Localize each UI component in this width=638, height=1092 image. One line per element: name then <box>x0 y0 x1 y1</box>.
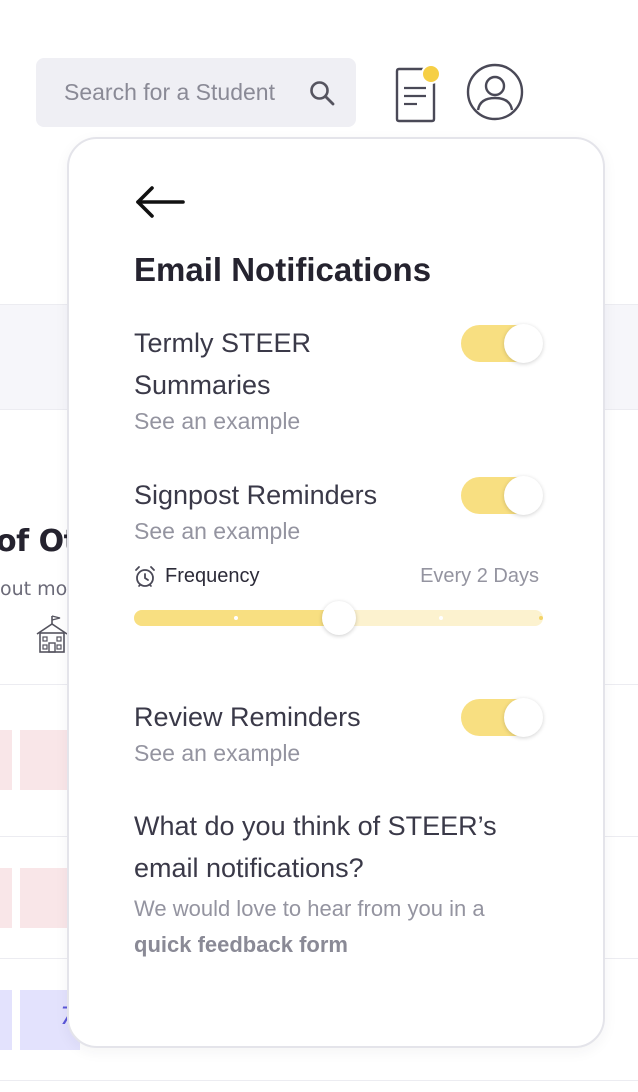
divider <box>0 1080 638 1081</box>
feedback-text: We would love to hear from you in a quic… <box>134 891 554 963</box>
notification-dot <box>421 64 441 84</box>
feedback-prompt: We would love to hear from you in a <box>134 896 485 921</box>
background-heading: of Ot <box>0 524 78 559</box>
toggle-knob <box>504 324 543 363</box>
termly-summaries-toggle[interactable] <box>461 324 543 363</box>
slider-thumb[interactable] <box>322 601 356 635</box>
background-cell <box>0 730 12 790</box>
frequency-slider[interactable] <box>134 601 543 635</box>
termly-summaries-example-link[interactable]: See an example <box>134 408 300 435</box>
termly-summaries-label: Termly STEER Summaries <box>134 328 312 400</box>
panel-title: Email Notifications <box>134 251 432 288</box>
background-subtext: out mor <box>0 578 76 600</box>
background-cell <box>0 868 12 928</box>
review-reminders-toggle[interactable] <box>461 698 543 737</box>
background-cell <box>0 990 12 1050</box>
alarm-clock-icon <box>135 566 155 587</box>
slider-step-marker <box>539 616 543 620</box>
search-input[interactable]: Search for a Student <box>64 79 275 106</box>
school-icon <box>36 615 68 653</box>
feedback-question: What do you think of STEER’s email notif… <box>134 811 497 883</box>
signpost-reminders-toggle[interactable] <box>461 476 543 515</box>
review-reminders-label: Review Reminders <box>134 702 361 732</box>
review-reminders-example-link[interactable]: See an example <box>134 740 300 767</box>
app-screen: of Ot out mor 7 Search for a Student <box>0 0 638 1092</box>
toggle-knob <box>504 476 543 515</box>
toggle-knob <box>504 698 543 737</box>
slider-step-marker <box>439 616 443 620</box>
search-icon[interactable] <box>308 79 336 107</box>
user-avatar-icon[interactable] <box>466 63 524 121</box>
slider-step-marker <box>234 616 238 620</box>
frequency-value: Every 2 Days <box>420 565 539 587</box>
signpost-reminders-example-link[interactable]: See an example <box>134 518 300 545</box>
back-arrow-icon[interactable] <box>135 185 185 219</box>
email-notifications-panel: Email Notifications Termly STEER Summari… <box>67 137 605 1048</box>
signpost-reminders-label: Signpost Reminders <box>134 480 378 510</box>
feedback-form-link[interactable]: quick feedback form <box>134 932 348 957</box>
student-search[interactable]: Search for a Student <box>36 58 356 127</box>
frequency-label: Frequency <box>165 565 260 587</box>
